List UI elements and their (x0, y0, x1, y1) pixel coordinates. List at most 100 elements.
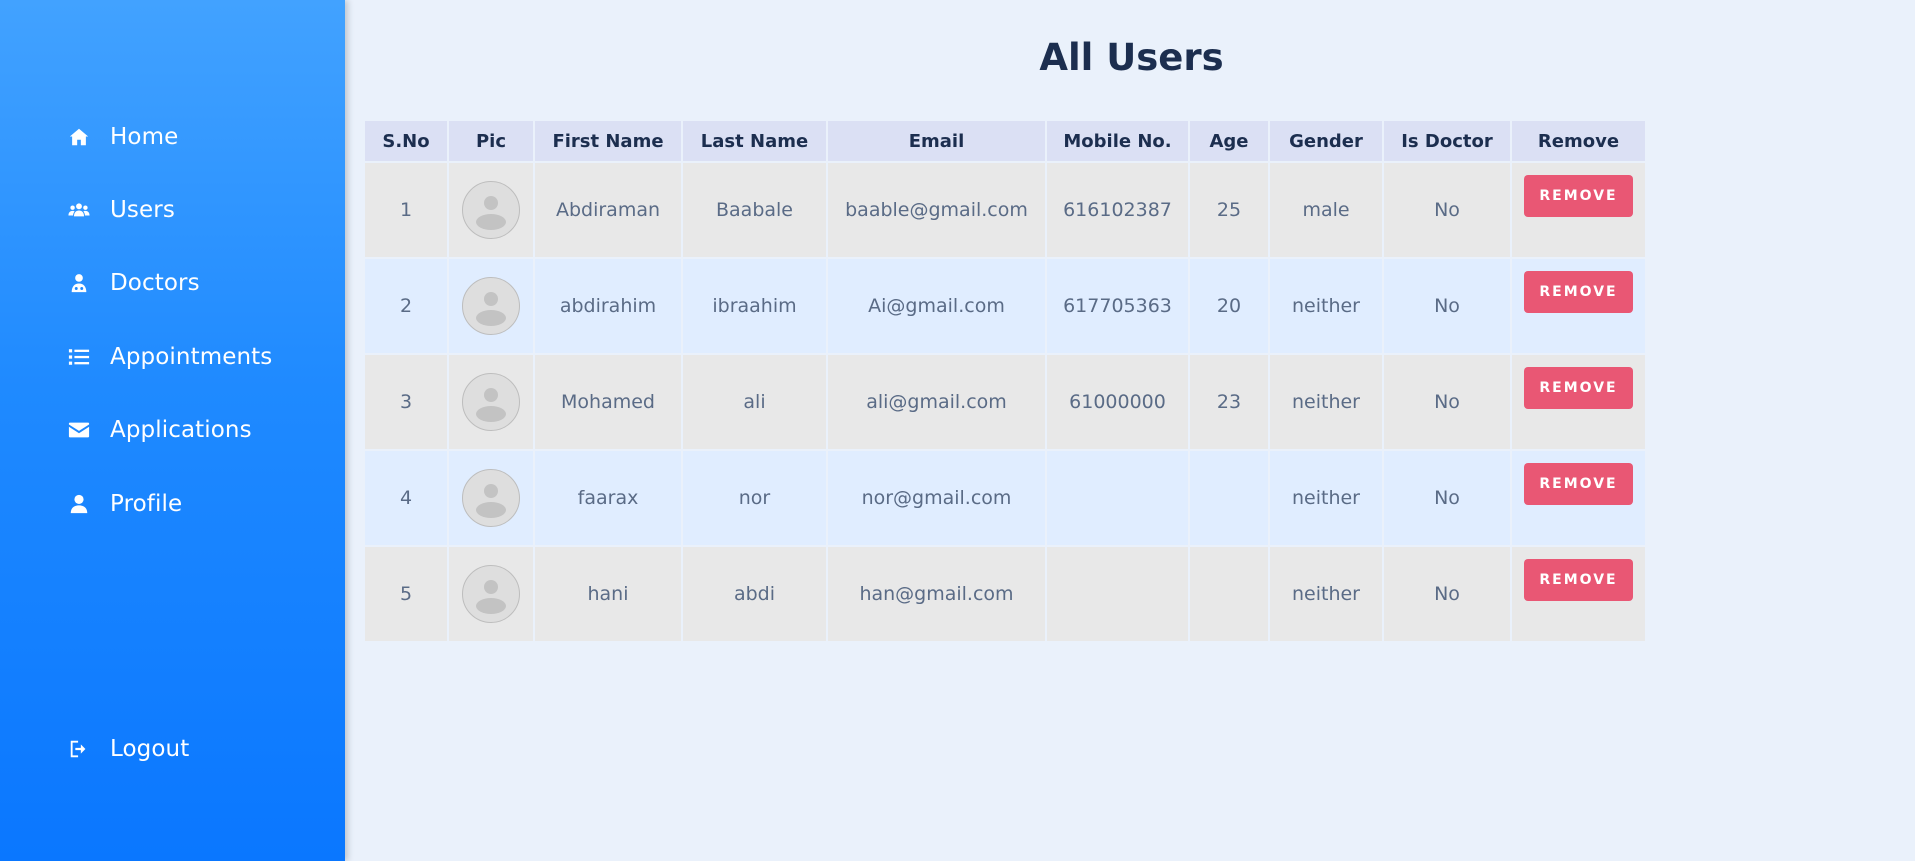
remove-button[interactable]: REMOVE (1524, 367, 1633, 409)
page-title: All Users (1039, 36, 1224, 79)
sidebar-item-profile[interactable]: Profile (0, 467, 345, 540)
sidebar-item-label: Users (110, 197, 175, 224)
home-icon (66, 125, 92, 149)
cell-gender: male (1270, 161, 1384, 257)
cell-remove: REMOVE (1512, 449, 1647, 545)
column-header: Is Doctor (1384, 121, 1512, 161)
column-header: Gender (1270, 121, 1384, 161)
table-row: 3 Mohamed ali ali@gmail.com 61000000 23 … (365, 353, 1647, 449)
cell-mobile: 616102387 (1047, 161, 1190, 257)
table-row: 5 hani abdi han@gmail.com neither No REM… (365, 545, 1647, 641)
cell-email: Ai@gmail.com (828, 257, 1047, 353)
column-header: Age (1190, 121, 1270, 161)
cell-mobile: 617705363 (1047, 257, 1190, 353)
cell-gender: neither (1270, 449, 1384, 545)
table-row: 1 Abdiraman Baabale baable@gmail.com 616… (365, 161, 1647, 257)
logout-label: Logout (110, 735, 190, 762)
cell-age (1190, 545, 1270, 641)
avatar (462, 181, 520, 239)
logout-section: Logout (0, 712, 345, 785)
sidebar-nav: Home Users Doctors Appointments Applicat… (0, 100, 345, 540)
cell-gender: neither (1270, 545, 1384, 641)
column-header: Remove (1512, 121, 1647, 161)
table-row: 2 abdirahim ibraahim Ai@gmail.com 617705… (365, 257, 1647, 353)
cell-age (1190, 449, 1270, 545)
column-header: S.No (365, 121, 449, 161)
cell-is-doctor: No (1384, 257, 1512, 353)
cell-age: 23 (1190, 353, 1270, 449)
avatar (462, 565, 520, 623)
cell-remove: REMOVE (1512, 161, 1647, 257)
cell-pic (449, 161, 535, 257)
cell-sno: 4 (365, 449, 449, 545)
doctor-icon (66, 271, 92, 295)
users-icon (66, 198, 92, 222)
cell-mobile (1047, 545, 1190, 641)
cell-gender: neither (1270, 353, 1384, 449)
cell-pic (449, 545, 535, 641)
cell-last-name: ali (683, 353, 828, 449)
remove-button[interactable]: REMOVE (1524, 463, 1633, 505)
cell-remove: REMOVE (1512, 353, 1647, 449)
table-header-row: S.No Pic First Name Last Name Email Mobi… (365, 121, 1647, 161)
sidebar-item-users[interactable]: Users (0, 173, 345, 246)
cell-age: 25 (1190, 161, 1270, 257)
cell-mobile: 61000000 (1047, 353, 1190, 449)
remove-button[interactable]: REMOVE (1524, 175, 1633, 217)
users-table: S.No Pic First Name Last Name Email Mobi… (365, 121, 1647, 641)
sidebar-item-label: Applications (110, 417, 252, 444)
cell-email: ali@gmail.com (828, 353, 1047, 449)
cell-last-name: ibraahim (683, 257, 828, 353)
sidebar-item-doctors[interactable]: Doctors (0, 247, 345, 320)
cell-first-name: abdirahim (535, 257, 683, 353)
user-icon (66, 492, 92, 516)
cell-mobile (1047, 449, 1190, 545)
sidebar-item-applications[interactable]: Applications (0, 394, 345, 467)
logout-button[interactable]: Logout (0, 712, 345, 785)
cell-remove: REMOVE (1512, 545, 1647, 641)
cell-remove: REMOVE (1512, 257, 1647, 353)
sidebar-item-label: Doctors (110, 270, 200, 297)
main-content: All Users S.No Pic First Name Last Name … (345, 0, 1915, 861)
cell-gender: neither (1270, 257, 1384, 353)
cell-sno: 1 (365, 161, 449, 257)
column-header: Mobile No. (1047, 121, 1190, 161)
cell-sno: 2 (365, 257, 449, 353)
cell-is-doctor: No (1384, 449, 1512, 545)
cell-pic (449, 353, 535, 449)
cell-email: han@gmail.com (828, 545, 1047, 641)
avatar (462, 469, 520, 527)
remove-button[interactable]: REMOVE (1524, 559, 1633, 601)
column-header: First Name (535, 121, 683, 161)
cell-last-name: nor (683, 449, 828, 545)
cell-pic (449, 257, 535, 353)
cell-last-name: abdi (683, 545, 828, 641)
cell-first-name: hani (535, 545, 683, 641)
sidebar-item-home[interactable]: Home (0, 100, 345, 173)
cell-first-name: Abdiraman (535, 161, 683, 257)
envelope-icon (66, 418, 92, 442)
cell-email: nor@gmail.com (828, 449, 1047, 545)
cell-last-name: Baabale (683, 161, 828, 257)
cell-is-doctor: No (1384, 353, 1512, 449)
cell-is-doctor: No (1384, 545, 1512, 641)
sidebar-item-label: Profile (110, 490, 183, 517)
column-header: Pic (449, 121, 535, 161)
cell-is-doctor: No (1384, 161, 1512, 257)
cell-first-name: Mohamed (535, 353, 683, 449)
avatar (462, 373, 520, 431)
remove-button[interactable]: REMOVE (1524, 271, 1633, 313)
column-header: Last Name (683, 121, 828, 161)
cell-age: 20 (1190, 257, 1270, 353)
logout-icon (66, 737, 92, 761)
sidebar-item-label: Home (110, 123, 179, 150)
cell-sno: 3 (365, 353, 449, 449)
list-icon (66, 345, 92, 369)
avatar (462, 277, 520, 335)
sidebar: Home Users Doctors Appointments Applicat… (0, 0, 345, 861)
cell-pic (449, 449, 535, 545)
sidebar-item-appointments[interactable]: Appointments (0, 320, 345, 393)
table-row: 4 faarax nor nor@gmail.com neither No RE… (365, 449, 1647, 545)
sidebar-item-label: Appointments (110, 343, 273, 370)
cell-email: baable@gmail.com (828, 161, 1047, 257)
